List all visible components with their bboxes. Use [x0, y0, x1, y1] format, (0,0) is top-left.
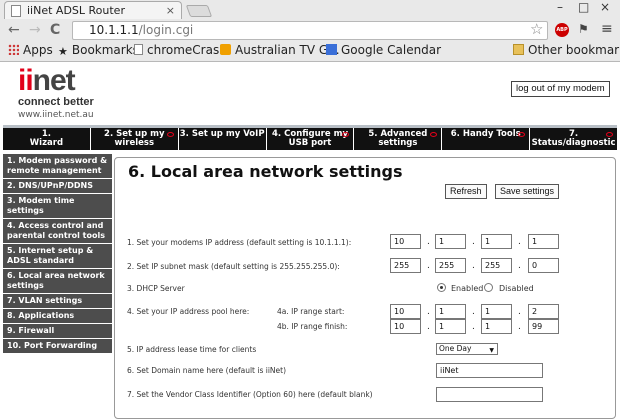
forward-icon[interactable]: →: [29, 20, 41, 41]
minimize-icon[interactable]: –: [557, 0, 563, 14]
sidebar-item-port-forwarding[interactable]: 10. Port Forwarding: [3, 339, 113, 354]
router-page: iinet connect better www.iinet.net.au lo…: [0, 62, 620, 419]
site-icon: [220, 44, 231, 55]
nav-voip[interactable]: 3. Set up my VoIP: [179, 128, 267, 150]
tagline: connect better: [18, 96, 94, 108]
iinet-logo: iinet: [18, 64, 76, 97]
dhcp-disabled-label: Disabled: [499, 284, 534, 293]
menu-icon[interactable]: ≡: [601, 21, 613, 37]
sidebar-item-access-control[interactable]: 4. Access control and parental control t…: [3, 219, 113, 244]
adblock-icon[interactable]: ABP: [555, 23, 569, 37]
refresh-button[interactable]: Refresh: [445, 184, 487, 199]
dhcp-server-label: 3. DHCP Server: [127, 284, 185, 293]
bookmark-apps[interactable]: Apps: [8, 42, 53, 58]
nav-wizard[interactable]: 1. Wizard: [3, 128, 91, 150]
finish-octet-1[interactable]: 10: [390, 319, 421, 334]
browser-tab[interactable]: iiNet ADSL Router ×: [4, 1, 182, 19]
page-title: 6. Local area network settings: [128, 162, 403, 181]
top-navigation: 1. Wizard 2. Set up my wireless 3. Set u…: [3, 125, 617, 150]
domain-name-label: 6. Set Domain name here (default is iiNe…: [127, 366, 286, 375]
star-icon: ★: [58, 45, 68, 58]
sidebar: 1. Modem password & remote management 2.…: [3, 154, 113, 354]
menu-indicator-icon: [342, 132, 350, 137]
address-host: 10.1.1.1: [89, 23, 139, 37]
sidebar-item-dns[interactable]: 2. DNS/UPnP/DDNS: [3, 179, 113, 194]
dhcp-enabled-label: Enabled: [451, 284, 484, 293]
sidebar-item-time[interactable]: 3. Modem time settings: [3, 194, 113, 219]
lease-time-select[interactable]: One Day ▼: [436, 343, 498, 355]
settings-panel: 6. Local area network settings Refresh S…: [114, 157, 616, 419]
new-tab-button[interactable]: [185, 5, 213, 17]
domain-name-input[interactable]: iiNet: [436, 363, 543, 378]
ip-octet-1[interactable]: 10: [390, 234, 421, 249]
bookmark-item[interactable]: Australian TV G...: [220, 42, 340, 58]
mask-octet-1[interactable]: 255: [390, 258, 421, 273]
nav-usb[interactable]: 4. Configure my USB port: [267, 128, 355, 150]
ip-pool-label: 4. Set your IP address pool here:: [127, 307, 250, 316]
subnet-mask-label: 2. Set IP subnet mask (default setting i…: [127, 262, 340, 271]
page-icon: [134, 44, 143, 55]
mask-octet-2[interactable]: 255: [435, 258, 466, 273]
site-url: www.iinet.net.au: [18, 110, 94, 120]
ip-octet-4[interactable]: 1: [528, 234, 559, 249]
dropdown-arrow-icon: ▼: [489, 347, 494, 354]
range-finish-label: 4b. IP range finish:: [277, 322, 348, 331]
ip-octet-2[interactable]: 1: [435, 234, 466, 249]
bookmark-item[interactable]: chromeCrash: [134, 42, 227, 58]
start-octet-1[interactable]: 10: [390, 304, 421, 319]
apps-grid-icon: [8, 44, 19, 55]
start-octet-3[interactable]: 1: [481, 304, 512, 319]
reload-icon[interactable]: C: [50, 20, 60, 41]
close-tab-icon[interactable]: ×: [166, 2, 175, 19]
start-octet-2[interactable]: 1: [435, 304, 466, 319]
sidebar-item-firewall[interactable]: 9. Firewall: [3, 324, 113, 339]
sidebar-item-lan[interactable]: 6. Local area network settings: [3, 269, 113, 294]
range-start-label: 4a. IP range start:: [277, 307, 345, 316]
finish-octet-4[interactable]: 99: [528, 319, 559, 334]
menu-indicator-icon: [518, 132, 526, 137]
ip-octet-3[interactable]: 1: [481, 234, 512, 249]
dhcp-enabled-radio[interactable]: [437, 283, 446, 292]
vendor-class-input[interactable]: [436, 387, 543, 402]
ip-address-label: 1. Set your modems IP address (default s…: [127, 238, 352, 247]
folder-icon: [513, 44, 524, 55]
close-window-icon[interactable]: ×: [600, 0, 610, 14]
bookmark-star-icon[interactable]: ☆: [530, 20, 543, 38]
sidebar-item-applications[interactable]: 8. Applications: [3, 309, 113, 324]
sidebar-item-vlan[interactable]: 7. VLAN settings: [3, 294, 113, 309]
mask-octet-4[interactable]: 0: [528, 258, 559, 273]
start-octet-4[interactable]: 2: [528, 304, 559, 319]
sidebar-item-internet-setup[interactable]: 5. Internet setup & ADSL standard: [3, 244, 113, 269]
back-icon[interactable]: ←: [8, 20, 20, 41]
sidebar-item-modem-password[interactable]: 1. Modem password & remote management: [3, 154, 113, 179]
page-icon: [11, 5, 21, 17]
calendar-icon: [326, 44, 337, 55]
menu-indicator-icon: [606, 132, 614, 137]
browser-chrome: iiNet ADSL Router × – □ × ← → C 10.1.1.1…: [0, 0, 620, 62]
logout-button[interactable]: log out of my modem: [511, 81, 610, 97]
dhcp-disabled-radio[interactable]: [484, 283, 493, 292]
nav-wireless[interactable]: 2. Set up my wireless: [91, 128, 179, 150]
lease-time-label: 5. IP address lease time for clients: [127, 345, 257, 354]
bookmark-item[interactable]: Google Calendar: [326, 42, 441, 58]
nav-status[interactable]: 7. Status/diagnostic: [530, 128, 617, 150]
finish-octet-3[interactable]: 1: [481, 319, 512, 334]
bookmark-bookmarks[interactable]: ★ Bookmarks: [58, 42, 139, 58]
menu-indicator-icon: [166, 132, 174, 137]
nav-advanced[interactable]: 5. Advanced settings: [354, 128, 443, 150]
address-path: /login.cgi: [138, 23, 194, 37]
finish-octet-2[interactable]: 1: [435, 319, 466, 334]
maximize-icon[interactable]: □: [578, 0, 589, 14]
nav-handy-tools[interactable]: 6. Handy Tools: [442, 128, 531, 150]
other-bookmarks[interactable]: Other bookmarks: [513, 42, 620, 58]
extension-icon[interactable]: ⚑: [578, 22, 589, 36]
mask-octet-3[interactable]: 255: [481, 258, 512, 273]
address-bar[interactable]: 10.1.1.1/login.cgi: [72, 21, 548, 40]
tab-title: iiNet ADSL Router: [27, 4, 125, 17]
vendor-class-label: 7. Set the Vendor Class Identifier (Opti…: [127, 390, 373, 399]
menu-indicator-icon: [430, 132, 438, 137]
save-settings-button[interactable]: Save settings: [495, 184, 560, 199]
